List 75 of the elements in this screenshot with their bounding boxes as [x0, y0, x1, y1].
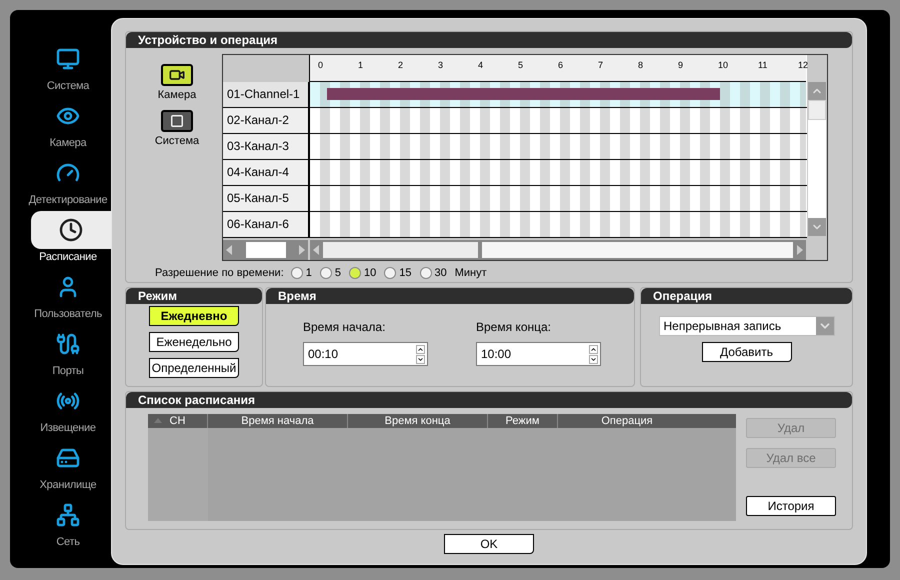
monitor-icon — [56, 47, 80, 71]
clock-icon — [59, 218, 83, 242]
resolution-radio[interactable]: 30 — [420, 265, 447, 282]
sidebar-label: Пользователь — [34, 307, 102, 322]
device-type-tab[interactable]: Система — [154, 110, 200, 149]
section-header: Операция — [641, 288, 852, 304]
sidebar-label: Хранилище — [40, 478, 96, 493]
timeline-row[interactable] — [310, 82, 806, 107]
hour-label: 2 — [398, 61, 404, 70]
time-spin-field[interactable]: 00:10 — [303, 342, 428, 366]
resolution-radio[interactable]: 10 — [349, 265, 376, 282]
mode-button[interactable]: Еженедельно — [149, 332, 239, 352]
scroll-thumb[interactable] — [808, 100, 826, 120]
vertical-scrollbar[interactable] — [807, 55, 827, 260]
resolution-radio[interactable]: 1 — [290, 265, 312, 282]
hour-label: 5 — [518, 61, 524, 70]
section-header: Время — [266, 288, 634, 304]
column-header[interactable]: Режим — [488, 414, 558, 428]
column-header[interactable]: Операция — [558, 414, 696, 428]
resolution-radio[interactable]: 5 — [320, 265, 341, 282]
hour-label: 7 — [598, 61, 604, 70]
hour-label: 4 — [478, 61, 484, 70]
resolution-radio[interactable]: 15 — [384, 265, 412, 282]
channel-name[interactable]: 06-Канал-6 — [223, 212, 310, 237]
sidebar-label: Порты — [52, 364, 84, 379]
device-type-tab[interactable]: Камера — [158, 64, 196, 104]
hour-label: 10 — [718, 61, 728, 70]
sidebar-label: Извещение — [40, 421, 96, 436]
spin-up-icon[interactable] — [416, 344, 425, 354]
sidebar-label: Система — [46, 79, 90, 94]
sort-arrow-icon — [154, 418, 162, 423]
sidebar-label: Сеть — [56, 535, 80, 550]
sidebar-item[interactable] — [31, 211, 111, 249]
monitor-icon — [170, 114, 184, 128]
list-action-button[interactable]: История — [746, 496, 836, 516]
channel-name[interactable]: 05-Канал-5 — [223, 186, 310, 211]
section-header: Устройство и операция — [126, 32, 852, 48]
horizontal-scrollbar[interactable] — [223, 240, 308, 260]
port-icon — [56, 332, 80, 356]
resolution-label: Разрешение по времени: — [155, 266, 284, 281]
mode-button[interactable]: Ежедневно — [149, 306, 239, 326]
column-header[interactable]: Время конца — [348, 414, 488, 428]
hour-label: 6 — [558, 61, 564, 70]
field-label: Время конца: — [476, 319, 552, 336]
hour-label: 8 — [638, 61, 644, 70]
hour-label: 0 — [318, 61, 324, 70]
ok-button[interactable]: OK — [444, 534, 534, 554]
network-icon — [56, 503, 80, 527]
section-header: Список расписания — [126, 392, 852, 408]
field-label: Время начала: — [303, 319, 386, 336]
hour-label: 3 — [438, 61, 444, 70]
hour-label: 12 — [798, 61, 808, 70]
unit-label: Минут — [454, 266, 487, 281]
channel-name[interactable]: 01-Channel-1 — [223, 82, 310, 107]
spin-down-icon[interactable] — [589, 354, 598, 364]
spin-down-icon[interactable] — [416, 354, 425, 364]
mode-button[interactable]: Определенный — [149, 358, 239, 378]
hour-label: 1 — [358, 61, 364, 70]
sidebar-label: Детектирование — [28, 193, 108, 208]
add-button[interactable]: Добавить — [702, 342, 792, 362]
camera-icon — [168, 67, 185, 83]
spin-up-icon[interactable] — [589, 344, 598, 354]
column-header[interactable]: Время начала — [208, 414, 348, 428]
time-spin-field[interactable]: 10:00 — [476, 342, 601, 366]
sidebar-label: Расписание — [39, 250, 97, 265]
sidebar-label: Камера — [50, 136, 86, 151]
channel-name[interactable]: 03-Канал-3 — [223, 134, 310, 159]
hour-label: 9 — [678, 61, 684, 70]
operation-dropdown[interactable]: Непрерывная запись — [658, 316, 834, 336]
channel-name[interactable]: 04-Канал-4 — [223, 160, 310, 185]
channel-name[interactable]: 02-Канал-2 — [223, 108, 310, 133]
horizontal-scrollbar[interactable] — [310, 240, 806, 260]
section-header: Режим — [126, 288, 262, 304]
hour-label: 11 — [758, 61, 768, 70]
storage-icon — [56, 446, 80, 470]
